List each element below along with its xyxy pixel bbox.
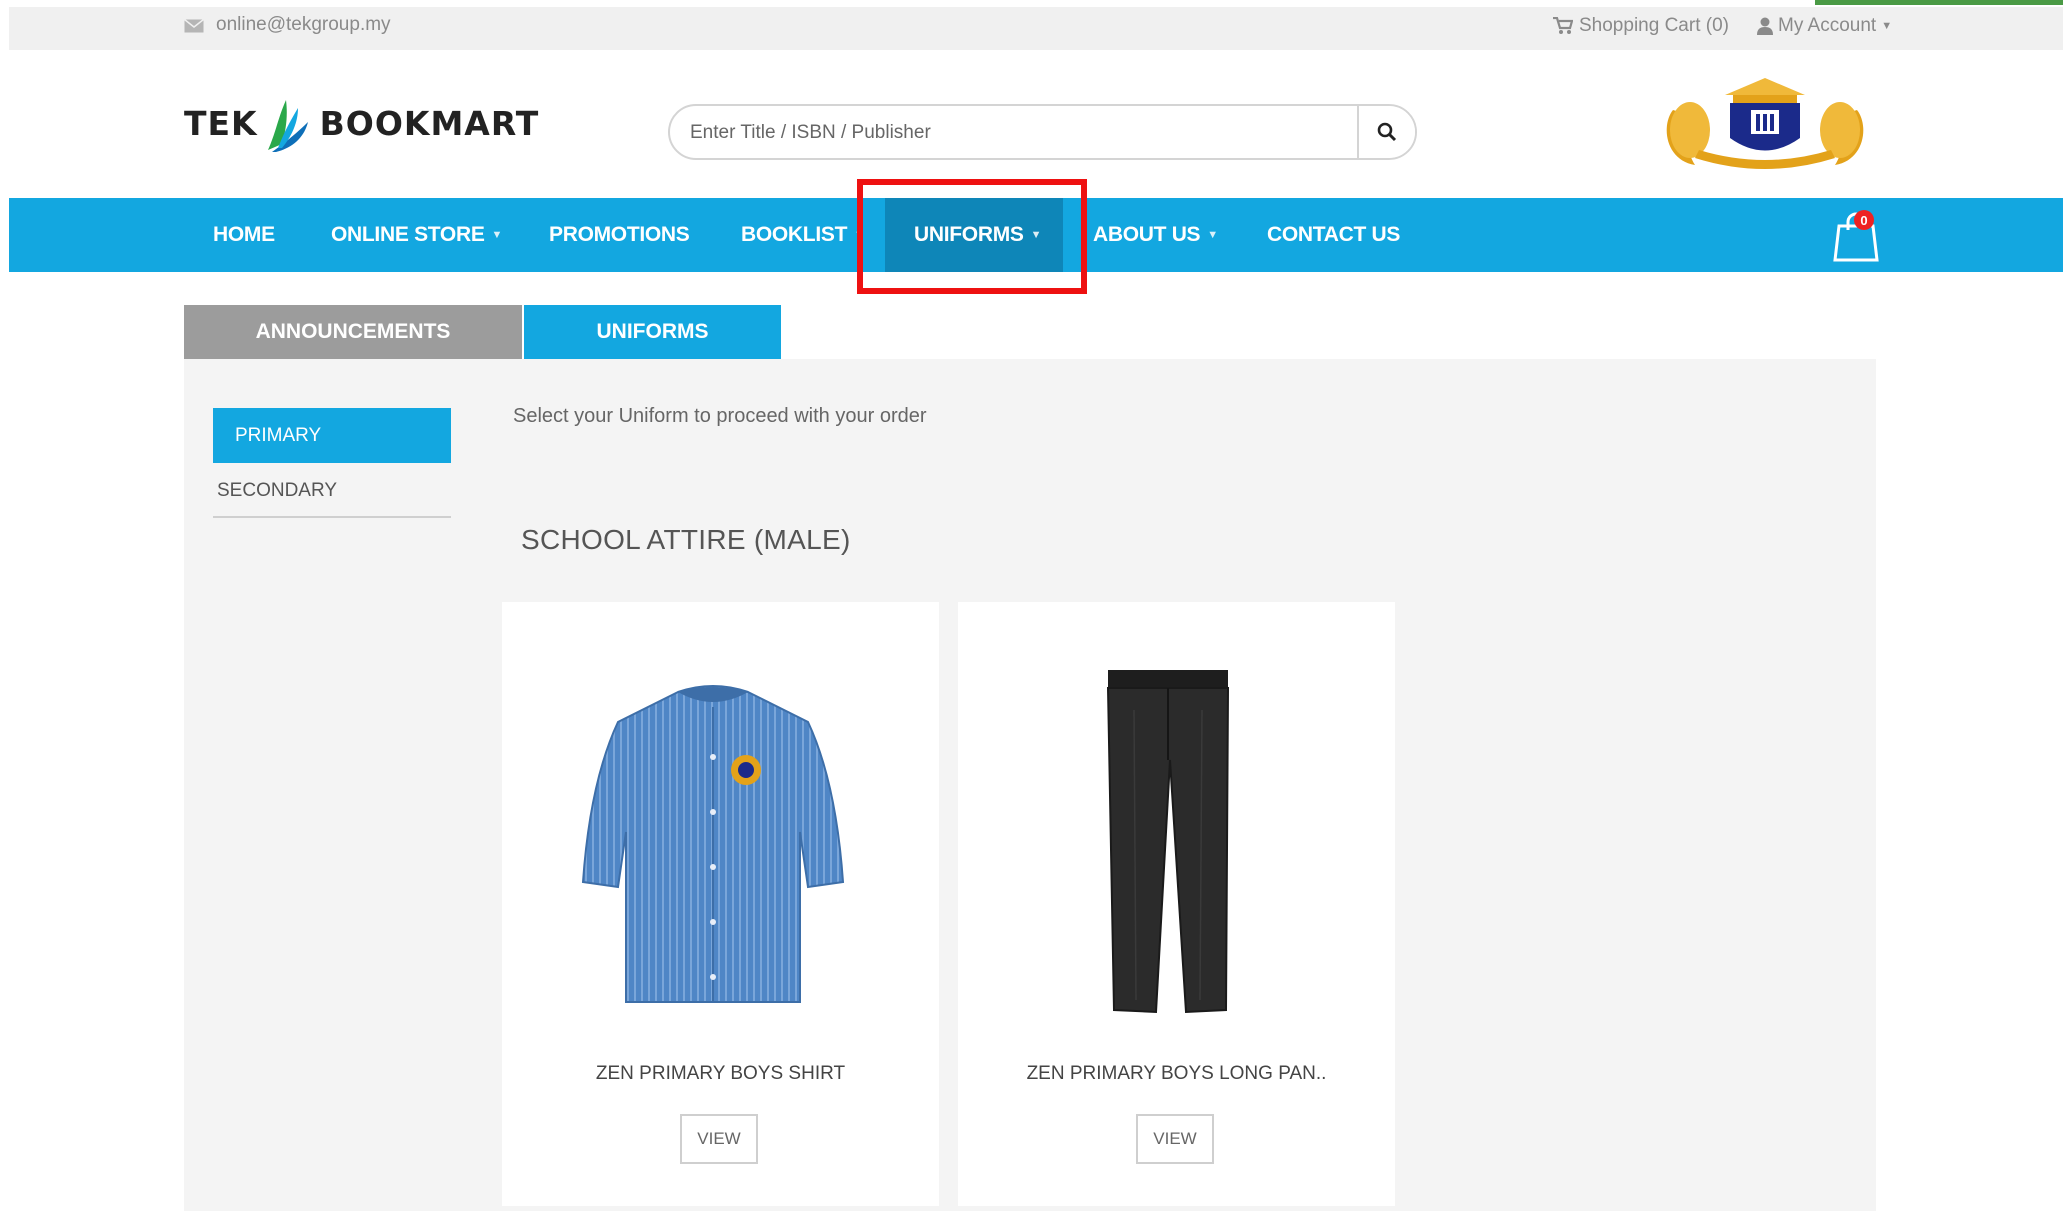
tab-announcements-label: ANNOUNCEMENTS: [255, 320, 451, 343]
envelope-icon: [184, 19, 204, 33]
sidebar-item-label: SECONDARY: [217, 480, 338, 501]
tab-announcements[interactable]: ANNOUNCEMENTS: [184, 305, 522, 359]
nav-online-store-label: ONLINE STORE: [331, 223, 485, 246]
product-name[interactable]: ZEN PRIMARY BOYS LONG PAN..: [958, 1063, 1395, 1085]
chevron-down-icon: ▼: [491, 229, 503, 241]
contact-email[interactable]: online@tekgroup.my: [216, 14, 391, 36]
sidebar-item-label: PRIMARY: [235, 424, 322, 446]
nav-about-us[interactable]: ABOUT US ▼: [1093, 198, 1218, 272]
nav-about-us-label: ABOUT US: [1093, 223, 1201, 246]
school-crest-icon: [1666, 78, 1864, 169]
nav-home-label: HOME: [213, 223, 275, 246]
sidebar-item-secondary[interactable]: SECONDARY: [213, 466, 451, 518]
nav-contact-us-label: CONTACT US: [1267, 223, 1401, 246]
shopping-bag-button[interactable]: 0: [1833, 206, 1883, 262]
shopping-cart-label: Shopping Cart (0): [1579, 15, 1729, 36]
tek-bookmart-logo[interactable]: TEK BOOKMART: [184, 88, 539, 158]
bag-count-badge: 0: [1860, 213, 1867, 228]
my-account-label: My Account: [1778, 15, 1877, 36]
my-account-menu[interactable]: My Account ▼: [1757, 15, 1892, 37]
nav-promotions[interactable]: PROMOTIONS: [549, 198, 690, 272]
user-icon: [1757, 17, 1773, 35]
cart-icon: [1553, 17, 1573, 34]
trousers-icon: [1106, 670, 1230, 1014]
chevron-down-icon: ▼: [1881, 20, 1893, 32]
nav-home[interactable]: HOME: [213, 198, 275, 272]
nav-booklist-label: BOOKLIST: [741, 223, 848, 246]
view-button[interactable]: VIEW: [680, 1114, 758, 1164]
shopping-bag-icon: 0: [1833, 210, 1879, 262]
chevron-down-icon: ▼: [1207, 229, 1218, 241]
leaf-logo-icon: [267, 100, 308, 152]
nav-online-store[interactable]: ONLINE STORE ▼: [331, 198, 502, 272]
instruction-text: Select your Uniform to proceed with your…: [513, 405, 927, 427]
logo-text-bookmart: BOOKMART: [319, 103, 540, 143]
view-button[interactable]: VIEW: [1136, 1114, 1214, 1164]
nav-booklist[interactable]: BOOKLIST ▼: [741, 198, 865, 272]
product-name[interactable]: ZEN PRIMARY BOYS SHIRT: [502, 1063, 939, 1085]
logo-text-tek: TEK: [184, 103, 258, 143]
shirt-icon: [581, 685, 845, 1003]
sidebar-item-primary[interactable]: PRIMARY: [213, 408, 451, 463]
search-button[interactable]: [1357, 106, 1415, 158]
nav-contact-us[interactable]: CONTACT US: [1267, 198, 1400, 272]
section-title: SCHOOL ATTIRE (MALE): [521, 524, 851, 555]
product-card[interactable]: ZEN PRIMARY BOYS LONG PAN.. VIEW: [958, 602, 1395, 1206]
shopping-cart-link[interactable]: Shopping Cart (0): [1553, 15, 1729, 37]
nav-promotions-label: PROMOTIONS: [549, 223, 690, 246]
highlight-box: [857, 179, 1087, 294]
product-card[interactable]: ZEN PRIMARY BOYS SHIRT VIEW: [502, 602, 939, 1206]
search-icon: [1377, 122, 1397, 142]
tab-uniforms[interactable]: UNIFORMS: [524, 305, 781, 359]
top-corner-accent: [1815, 0, 2063, 5]
tab-uniforms-label: UNIFORMS: [596, 320, 709, 343]
search-box: [668, 104, 1417, 160]
search-input[interactable]: [688, 106, 1332, 158]
